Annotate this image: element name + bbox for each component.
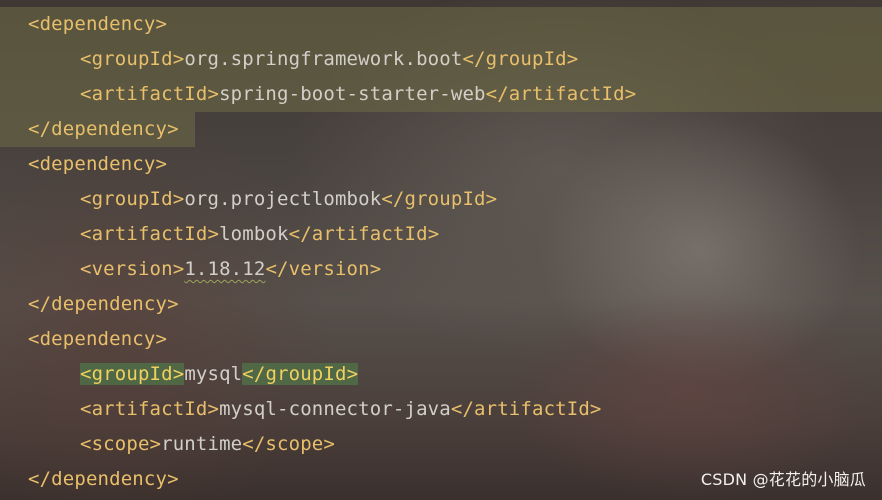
code-line[interactable]: <dependency>	[28, 147, 167, 182]
xml-tag: <dependency>	[28, 328, 168, 350]
xml-value: runtime	[161, 433, 243, 455]
code-line[interactable]: <scope>runtime</scope>	[80, 427, 335, 462]
code-editor[interactable]: <dependency> <groupId>org.springframewor…	[0, 7, 882, 500]
xml-tag: <version>	[80, 258, 185, 280]
xml-tag: </dependency>	[28, 293, 179, 315]
code-line[interactable]: <groupId>mysql</groupId>	[80, 357, 359, 392]
xml-value: org.projectlombok	[184, 188, 382, 210]
xml-tag: </artifactId>	[450, 398, 602, 420]
xml-tag: <scope>	[80, 433, 162, 455]
code-line[interactable]: <artifactId>lombok</artifactId>	[80, 217, 439, 252]
xml-tag: </scope>	[242, 433, 335, 455]
xml-tag: </artifactId>	[288, 223, 440, 245]
xml-value: spring-boot-starter-web	[219, 83, 486, 105]
code-line[interactable]: <version>1.18.12</version>	[80, 252, 381, 287]
xml-tag: </artifactId>	[485, 83, 637, 105]
xml-value: org.springframework.boot	[184, 48, 463, 70]
xml-tag: <dependency>	[28, 13, 168, 35]
xml-tag: </groupId>	[462, 48, 579, 70]
xml-tag: <artifactId>	[80, 398, 220, 420]
code-line[interactable]: </dependency>	[28, 287, 179, 322]
xml-tag: <artifactId>	[80, 223, 220, 245]
watermark: CSDN @花花的小脑瓜	[700, 470, 866, 489]
xml-value: mysql-connector-java	[219, 398, 451, 420]
xml-tag: </dependency>	[28, 118, 179, 140]
code-line[interactable]: </dependency>	[28, 462, 179, 497]
code-line[interactable]: <dependency>	[28, 322, 167, 357]
xml-tag: </dependency>	[28, 468, 179, 490]
xml-tag: <groupId>	[80, 188, 185, 210]
code-line[interactable]: <dependency>	[28, 7, 167, 42]
code-line[interactable]: <artifactId>spring-boot-starter-web</art…	[80, 77, 636, 112]
xml-tag: <artifactId>	[80, 83, 220, 105]
xml-value: mysql	[184, 363, 243, 385]
matched-tag: </groupId>	[242, 363, 359, 385]
xml-tag: </groupId>	[381, 188, 498, 210]
matched-tag: <groupId>	[80, 363, 185, 385]
xml-tag: <dependency>	[28, 153, 168, 175]
xml-value: lombok	[219, 223, 289, 245]
code-line[interactable]: <artifactId>mysql-connector-java</artifa…	[80, 392, 602, 427]
version-value-warning: 1.18.12	[184, 258, 266, 280]
code-line[interactable]: <groupId>org.projectlombok</groupId>	[80, 182, 497, 217]
xml-tag: </version>	[265, 258, 382, 280]
code-line[interactable]: </dependency>	[28, 112, 179, 147]
xml-tag: <groupId>	[80, 48, 185, 70]
code-line[interactable]: <groupId>org.springframework.boot</group…	[80, 42, 578, 77]
